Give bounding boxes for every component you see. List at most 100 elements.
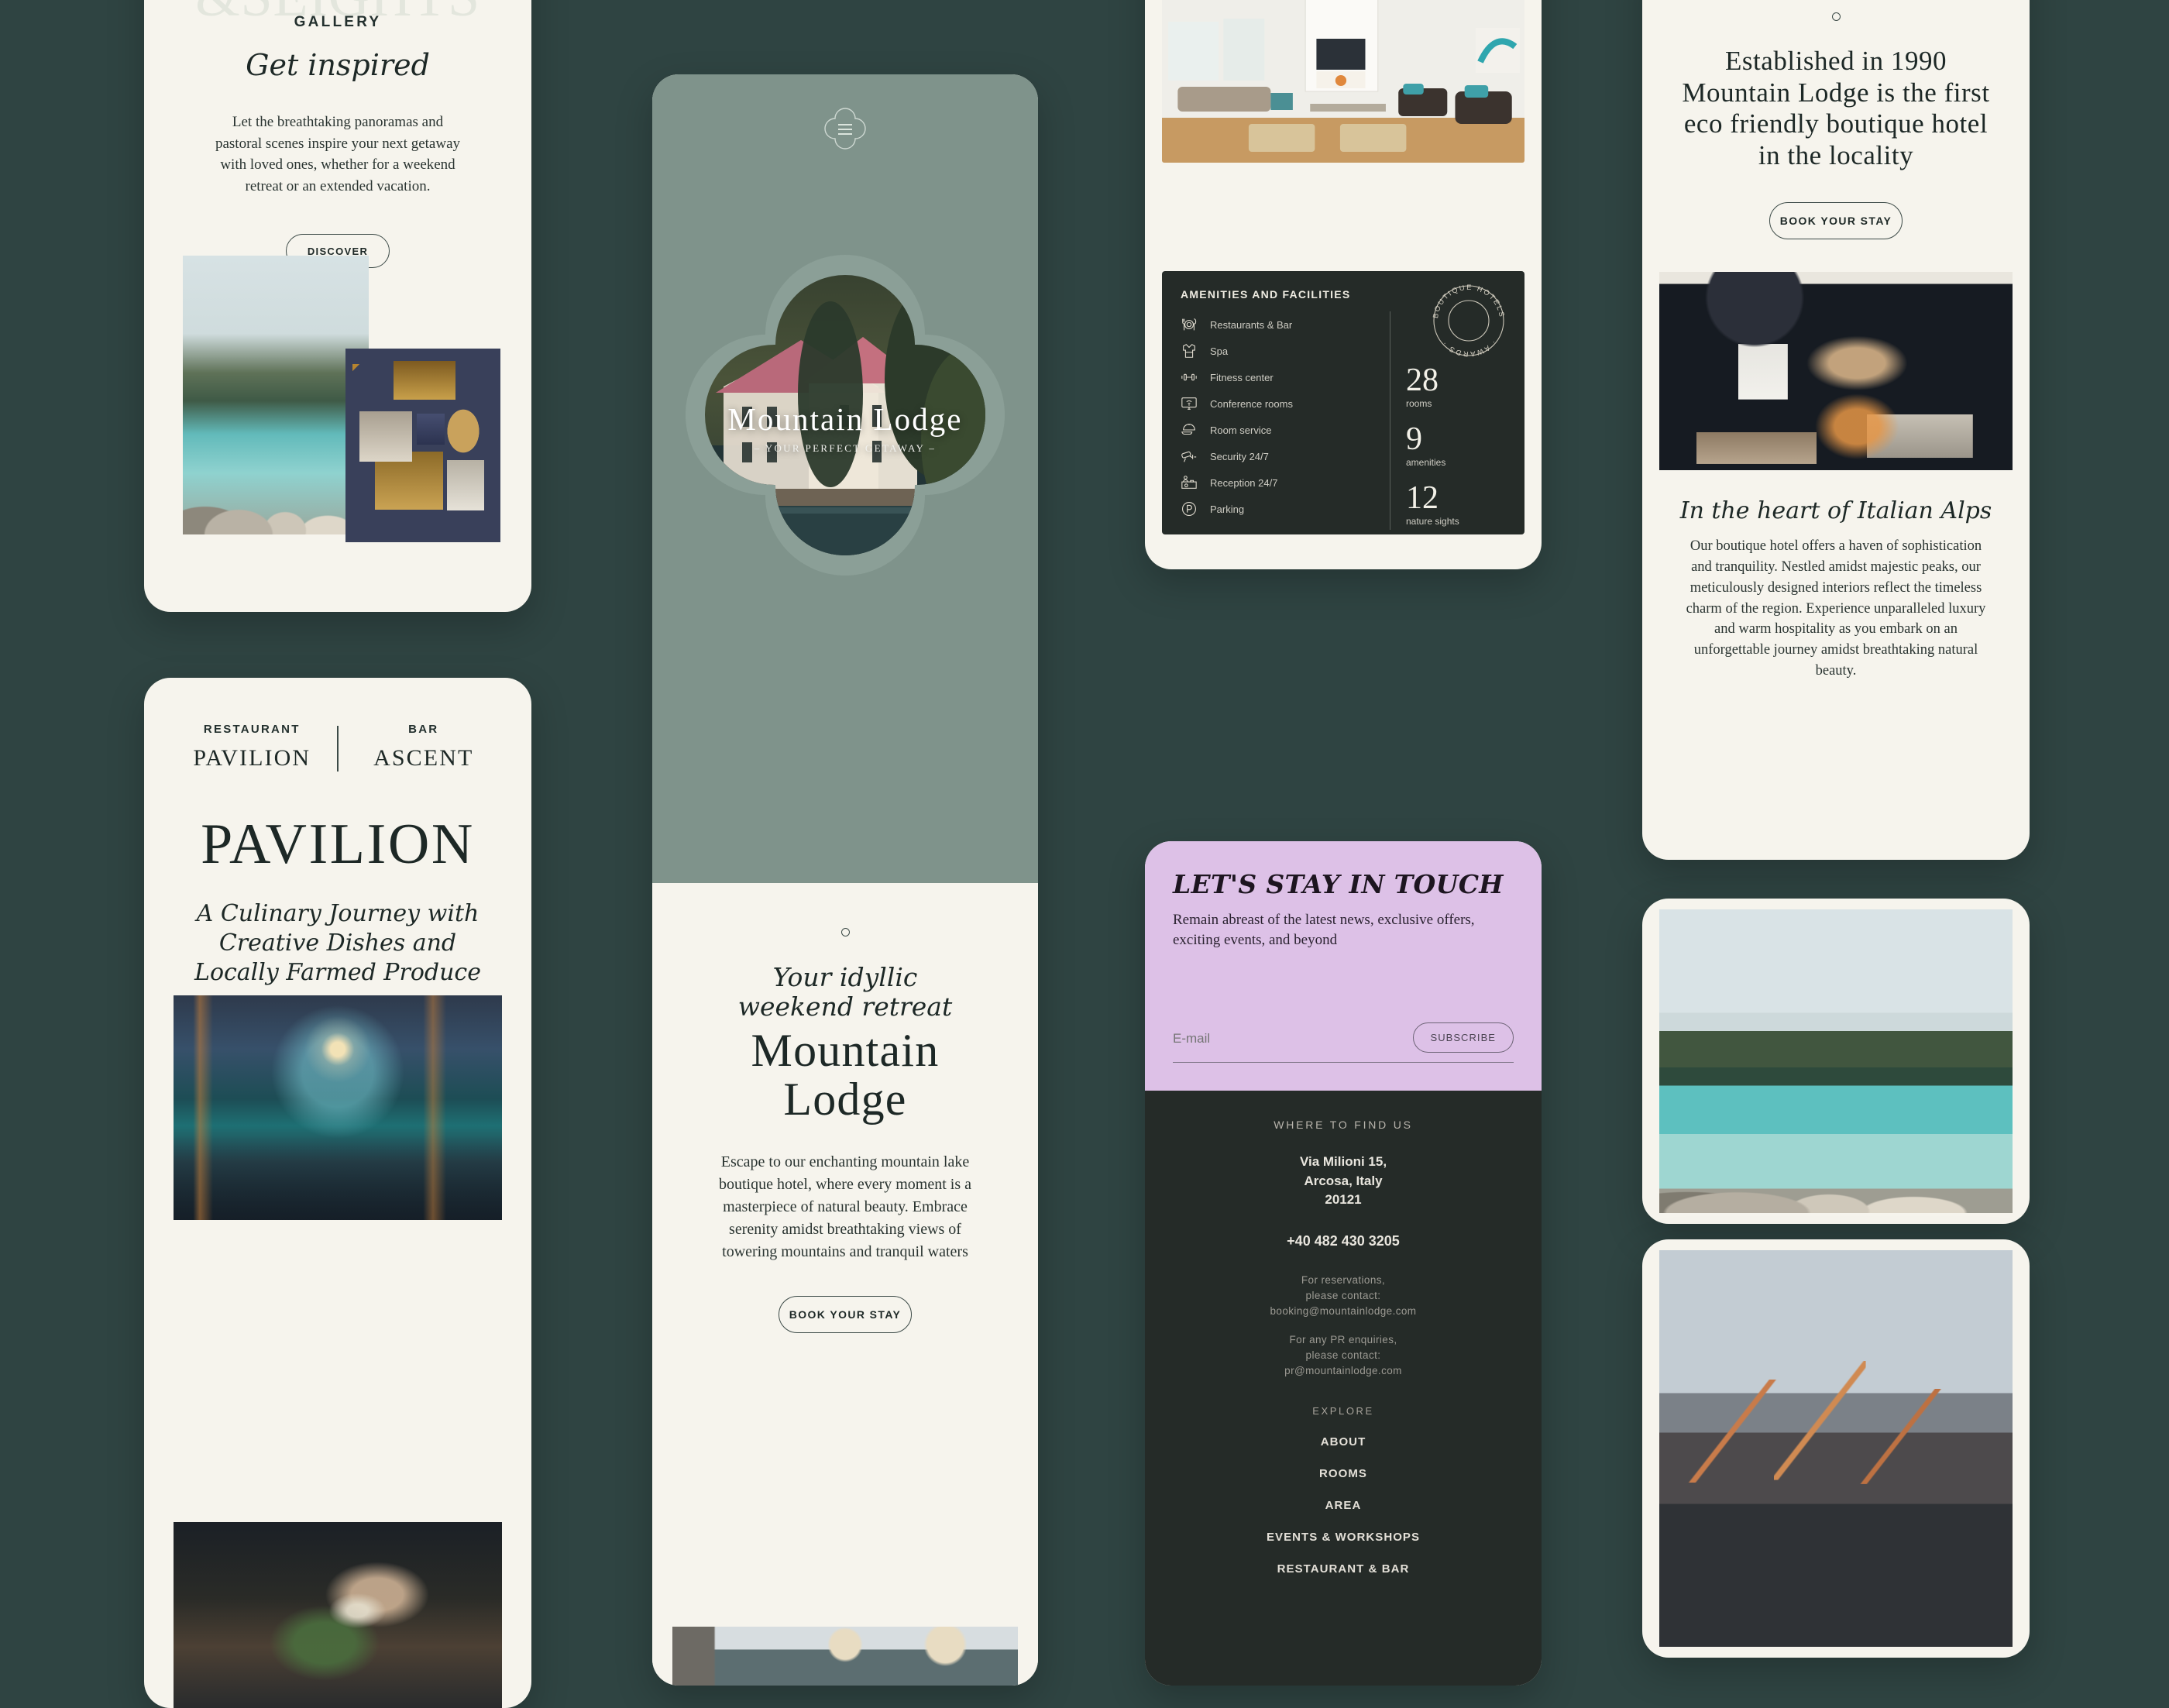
footer-link-rooms[interactable]: ROOMS: [1168, 1467, 1518, 1480]
stat-label: nature sights: [1406, 516, 1459, 527]
monitor-wifi-icon: [1181, 397, 1197, 410]
gallery-kicker: GALLERY: [294, 14, 382, 30]
lake-photo-card: [1642, 899, 2030, 1224]
book-your-stay-button[interactable]: BOOK YOUR STAY: [779, 1296, 912, 1334]
email-input-underline: [1173, 1061, 1514, 1063]
book-your-stay-button[interactable]: BOOK YOUR STAY: [1769, 202, 1903, 240]
hero-display: Mountain Lodge: [652, 1026, 1038, 1125]
amenity-label: Fitness center: [1210, 371, 1274, 383]
stat-number: 9: [1406, 421, 1422, 457]
venue-switcher: RESTAURANT PAVILION BAR ASCENT: [144, 678, 531, 772]
newsletter-footer-card: LET'S STAY IN TOUCH Remain abreast of th…: [1145, 841, 1542, 1686]
chef-photo[interactable]: [174, 1522, 502, 1708]
amenity-row[interactable]: Spa: [1181, 338, 1390, 364]
bathrobe-icon: [1183, 344, 1195, 358]
hero-clover-image[interactable]: Mountain Lodge – YOUR PERFECT GETAWAY –: [671, 241, 1019, 589]
amenity-row[interactable]: Reception 24/7: [1181, 469, 1390, 496]
hero-logo-name: Mountain Lodge: [727, 401, 963, 437]
restaurant-card: RESTAURANT PAVILION BAR ASCENT PAVILION …: [144, 678, 531, 1708]
amenity-row[interactable]: Parking: [1181, 496, 1390, 522]
venue-restaurant[interactable]: RESTAURANT PAVILION: [187, 723, 317, 772]
amenity-row[interactable]: Restaurants & Bar: [1181, 311, 1390, 338]
stat-label: rooms: [1406, 398, 1432, 409]
venue-name: PAVILION: [193, 745, 311, 771]
amenity-label: Security 24/7: [1210, 450, 1269, 462]
circle-dot-ornament-icon: [840, 928, 850, 936]
reservations-line-1: For reservations,: [1301, 1273, 1386, 1286]
hero-script-line-2: weekend retreat: [737, 991, 953, 1022]
footer-explore-kicker: EXPLORE: [1312, 1405, 1374, 1418]
hero-room-photo[interactable]: [672, 1627, 1018, 1686]
hero-bottom: Your idyllic weekend retreat Mountain Lo…: [652, 883, 1038, 1686]
gallery-body: Let the breathtaking panoramas and pasto…: [215, 114, 461, 194]
hero-logo: Mountain Lodge – YOUR PERFECT GETAWAY –: [671, 400, 1019, 455]
footer-pr-note: For any PR enquiries, please contact: pr…: [1168, 1332, 1518, 1380]
reservations-email[interactable]: booking@mountainlodge.com: [1168, 1304, 1518, 1319]
stat-amenities: 9 amenities: [1406, 423, 1506, 468]
amenity-label: Restaurants & Bar: [1210, 318, 1293, 331]
amenities-panel: AMENITIES AND FACILITIES BOUTIQUE HOTELS…: [1162, 271, 1524, 534]
hero-logo-tagline: – YOUR PERFECT GETAWAY –: [754, 442, 937, 454]
rocky-peaks-photo[interactable]: [1659, 1250, 2013, 1647]
pr-line-2: please contact:: [1305, 1349, 1381, 1361]
screen: &SEIGHTS GALLERY Get inspired Let the br…: [0, 0, 2169, 1708]
footer-link-events-workshops[interactable]: EVENTS & WORKSHOPS: [1168, 1531, 1518, 1544]
footer-address: Via Milioni 15, Arcosa, Italy 20121: [1168, 1153, 1518, 1210]
hero-script: Your idyllic weekend retreat: [652, 963, 1038, 1022]
newsletter-subtext: Remain abreast of the latest news, exclu…: [1173, 912, 1475, 948]
dumbbell-icon: [1181, 373, 1197, 381]
footer-link-about[interactable]: ABOUT: [1168, 1435, 1518, 1449]
restaurant-photo[interactable]: [174, 995, 502, 1220]
subscribe-button[interactable]: SUBSCRIBE: [1412, 1022, 1514, 1053]
amenity-label: Spa: [1210, 345, 1229, 357]
gallery-photo-wall[interactable]: [345, 349, 500, 542]
newsletter-heading: LET'S STAY IN TOUCH: [1173, 869, 1504, 899]
reception-desk-icon: [1181, 476, 1197, 489]
cutlery-plate-icon: [1182, 318, 1197, 331]
address-line-3: 20121: [1325, 1192, 1362, 1208]
amenity-label: Parking: [1210, 503, 1245, 515]
hero-display-line-1: Mountain: [751, 1024, 940, 1076]
about-heading: Established in 1990 Mountain Lodge is th…: [1682, 46, 1990, 170]
amenity-label: Conference rooms: [1210, 397, 1293, 410]
hero-top: Mountain Lodge – YOUR PERFECT GETAWAY –: [652, 74, 1038, 883]
footer-phone[interactable]: +40 482 430 3205: [1168, 1233, 1518, 1249]
footer-link-area[interactable]: AREA: [1168, 1499, 1518, 1512]
venue-bar[interactable]: BAR ASCENT: [359, 723, 489, 772]
hero-display-line-2: Lodge: [783, 1074, 907, 1125]
venue-name: ASCENT: [373, 745, 474, 771]
pr-email[interactable]: pr@mountainlodge.com: [1168, 1363, 1518, 1379]
amenity-row[interactable]: Conference rooms: [1181, 390, 1390, 417]
restaurant-subtitle: A Culinary Journey with Creative Dishes …: [194, 900, 481, 986]
amenity-row[interactable]: Room service: [1181, 417, 1390, 443]
gallery-photo-lake[interactable]: [183, 256, 369, 534]
dark-lounge-photo[interactable]: [1659, 272, 2013, 471]
newsletter-form: SUBSCRIBE: [1173, 1022, 1514, 1063]
parking-circle-icon: [1182, 502, 1196, 516]
stat-rooms: 28 rooms: [1406, 364, 1506, 409]
pr-line-1: For any PR enquiries,: [1289, 1333, 1397, 1345]
email-input[interactable]: [1173, 1030, 1405, 1053]
gallery-heading: Get inspired: [246, 48, 430, 82]
hamburger-menu-icon[interactable]: [816, 101, 874, 158]
stat-number: 12: [1406, 480, 1439, 516]
serving-tray-icon: [1181, 424, 1195, 435]
reservations-line-2: please contact:: [1305, 1290, 1381, 1302]
hero-script-line-1: Your idyllic: [772, 962, 918, 992]
amenity-label: Reception 24/7: [1210, 476, 1278, 489]
stat-number: 28: [1406, 363, 1439, 398]
amenity-label: Room service: [1210, 424, 1272, 436]
living-room-photo[interactable]: [1162, 0, 1524, 163]
amenity-row[interactable]: Security 24/7: [1181, 443, 1390, 469]
amenity-row[interactable]: Fitness center: [1181, 364, 1390, 390]
stat-nature-sights: 12 nature sights: [1406, 482, 1506, 527]
stat-label: amenities: [1406, 457, 1446, 468]
gallery-card: &SEIGHTS GALLERY Get inspired Let the br…: [144, 0, 531, 612]
venue-kicker: RESTAURANT: [203, 723, 301, 736]
footer-link-restaurant-bar[interactable]: RESTAURANT & BAR: [1168, 1562, 1518, 1576]
footer-reservations-note: For reservations, please contact: bookin…: [1168, 1273, 1518, 1320]
security-camera-icon: [1181, 451, 1197, 462]
address-line-2: Arcosa, Italy: [1304, 1173, 1383, 1188]
restaurant-title: PAVILION: [201, 813, 475, 876]
turquoise-lake-photo[interactable]: [1659, 909, 2013, 1213]
